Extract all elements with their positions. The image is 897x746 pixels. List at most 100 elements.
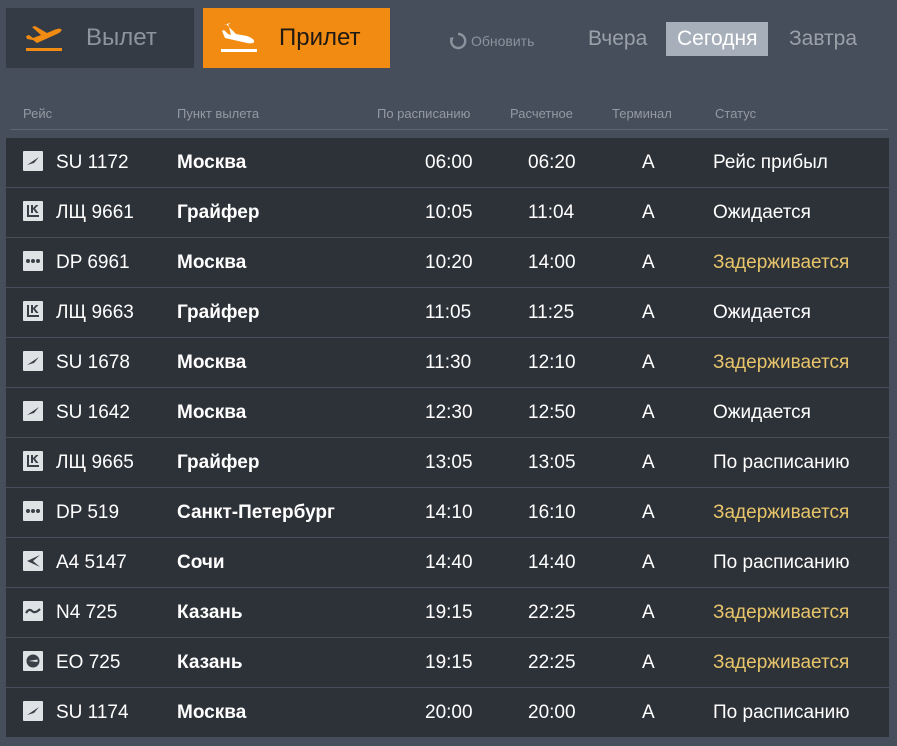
tab-arrivals[interactable]: Прилет [203, 8, 390, 68]
estimated-time: 20:00 [528, 702, 576, 723]
departure-city: Грайфер [177, 302, 260, 323]
terminal: A [642, 552, 655, 573]
aeroflot-logo-icon [23, 351, 43, 371]
scheduled-time: 10:05 [425, 202, 473, 223]
flight-status: Задерживается [713, 352, 850, 373]
scheduled-time: 20:00 [425, 702, 473, 723]
estimated-time: 12:10 [528, 352, 576, 373]
tab-departures[interactable]: Вылет [6, 8, 194, 68]
table-header: Рейс Пункт вылета По расписанию Расчетно… [0, 100, 897, 130]
lukoil-logo-icon [23, 201, 43, 221]
flight-status: Ожидается [713, 202, 811, 223]
flight-number: DP 6961 [56, 252, 130, 273]
flight-number: EO 725 [56, 652, 121, 673]
departure-city: Москва [177, 402, 247, 423]
refresh-label: Обновить [471, 33, 535, 49]
flight-status: Ожидается [713, 302, 811, 323]
departure-city: Москва [177, 252, 247, 273]
estimated-time: 14:40 [528, 552, 576, 573]
plane-arrival-icon [217, 22, 261, 54]
table-row[interactable]: A4 5147 Сочи 14:40 14:40 A По расписанию [6, 538, 889, 587]
estimated-time: 11:25 [528, 302, 575, 323]
terminal: A [642, 402, 655, 423]
estimated-time: 13:05 [528, 452, 576, 473]
flight-status: Ожидается [713, 402, 811, 423]
column-header-flight: Рейс [23, 106, 53, 121]
scheduled-time: 10:20 [425, 252, 473, 273]
flight-number: A4 5147 [56, 552, 127, 573]
terminal: A [642, 502, 655, 523]
flight-status: Задерживается [713, 602, 850, 623]
estimated-time: 11:04 [528, 202, 575, 223]
flight-status: Задерживается [713, 502, 850, 523]
aeroflot-logo-icon [23, 701, 43, 721]
column-header-scheduled: По расписанию [377, 106, 471, 121]
departure-city: Грайфер [177, 452, 260, 473]
scheduled-time: 19:15 [425, 652, 473, 673]
departure-city: Казань [177, 652, 243, 673]
estimated-time: 22:25 [528, 602, 576, 623]
day-yesterday-button[interactable]: Вчера [577, 22, 658, 56]
flight-number: ЛЩ 9665 [56, 452, 134, 473]
table-row[interactable]: SU 1172 Москва 06:00 06:20 A Рейс прибыл [6, 138, 889, 187]
flight-number: N4 725 [56, 602, 118, 623]
scheduled-time: 14:10 [425, 502, 473, 523]
departure-city: Санкт-Петербург [177, 502, 335, 523]
plane-departure-icon [22, 22, 66, 54]
column-header-from: Пункт вылета [177, 106, 260, 121]
table-row[interactable]: ЛЩ 9663 Грайфер 11:05 11:25 A Ожидается [6, 288, 889, 337]
table-row[interactable]: SU 1678 Москва 11:30 12:10 A Задерживается [6, 338, 889, 387]
flight-status: Рейс прибыл [713, 152, 828, 173]
table-row[interactable]: SU 1174 Москва 20:00 20:00 A По расписанию [6, 688, 889, 737]
terminal: A [642, 202, 655, 223]
pobeda-logo-icon [23, 251, 43, 271]
scheduled-time: 06:00 [425, 152, 473, 173]
aeroflot-logo-icon [23, 151, 43, 171]
column-header-terminal: Терминал [612, 106, 672, 121]
table-row[interactable]: ЛЩ 9665 Грайфер 13:05 13:05 A По расписанию [6, 438, 889, 487]
tab-arrivals-label: Прилет [279, 24, 361, 51]
scheduled-time: 11:30 [425, 352, 472, 373]
estimated-time: 22:25 [528, 652, 576, 673]
pobeda-logo-icon [23, 501, 43, 521]
flight-number: ЛЩ 9661 [56, 202, 134, 223]
flight-number: SU 1678 [56, 352, 130, 373]
estimated-time: 06:20 [528, 152, 576, 173]
flight-number: DP 519 [56, 502, 120, 523]
day-today-button[interactable]: Сегодня [666, 22, 769, 56]
scheduled-time: 14:40 [425, 552, 473, 573]
flight-status: По расписанию [713, 452, 850, 473]
terminal: A [642, 352, 655, 373]
flight-number: ЛЩ 9663 [56, 302, 134, 323]
scheduled-time: 11:05 [425, 302, 472, 323]
terminal: A [642, 602, 655, 623]
table-row[interactable]: N4 725 Казань 19:15 22:25 A Задерживается [6, 588, 889, 637]
refresh-icon [449, 32, 467, 50]
table-row[interactable]: SU 1642 Москва 12:30 12:50 A Ожидается [6, 388, 889, 437]
lukoil-logo-icon [23, 301, 43, 321]
terminal: A [642, 252, 655, 273]
flight-number: SU 1174 [56, 702, 129, 723]
nordwind-logo-icon [23, 601, 43, 621]
terminal: A [642, 452, 655, 473]
ikar-logo-icon [23, 651, 43, 671]
terminal: A [642, 302, 655, 323]
header-divider [10, 129, 888, 130]
table-row[interactable]: ЛЩ 9661 Грайфер 10:05 11:04 A Ожидается [6, 188, 889, 237]
table-row[interactable]: DP 6961 Москва 10:20 14:00 A Задерживается [6, 238, 889, 287]
table-row[interactable]: DP 519 Санкт-Петербург 14:10 16:10 A Задержив… [6, 488, 889, 537]
day-tomorrow-button[interactable]: Завтра [778, 22, 868, 56]
departure-city: Грайфер [177, 202, 260, 223]
terminal: A [642, 652, 655, 673]
departure-city: Москва [177, 702, 247, 723]
refresh-button[interactable]: Обновить [449, 30, 534, 52]
departure-city: Сочи [177, 552, 225, 573]
table-row[interactable]: EO 725 Казань 19:15 22:25 A Задерживается [6, 638, 889, 687]
scheduled-time: 12:30 [425, 402, 473, 423]
flight-status: По расписанию [713, 552, 850, 573]
aeroflot-logo-icon [23, 401, 43, 421]
terminal: A [642, 702, 655, 723]
scheduled-time: 19:15 [425, 602, 473, 623]
alrosa-logo-icon [23, 551, 43, 571]
flight-status: Задерживается [713, 252, 850, 273]
